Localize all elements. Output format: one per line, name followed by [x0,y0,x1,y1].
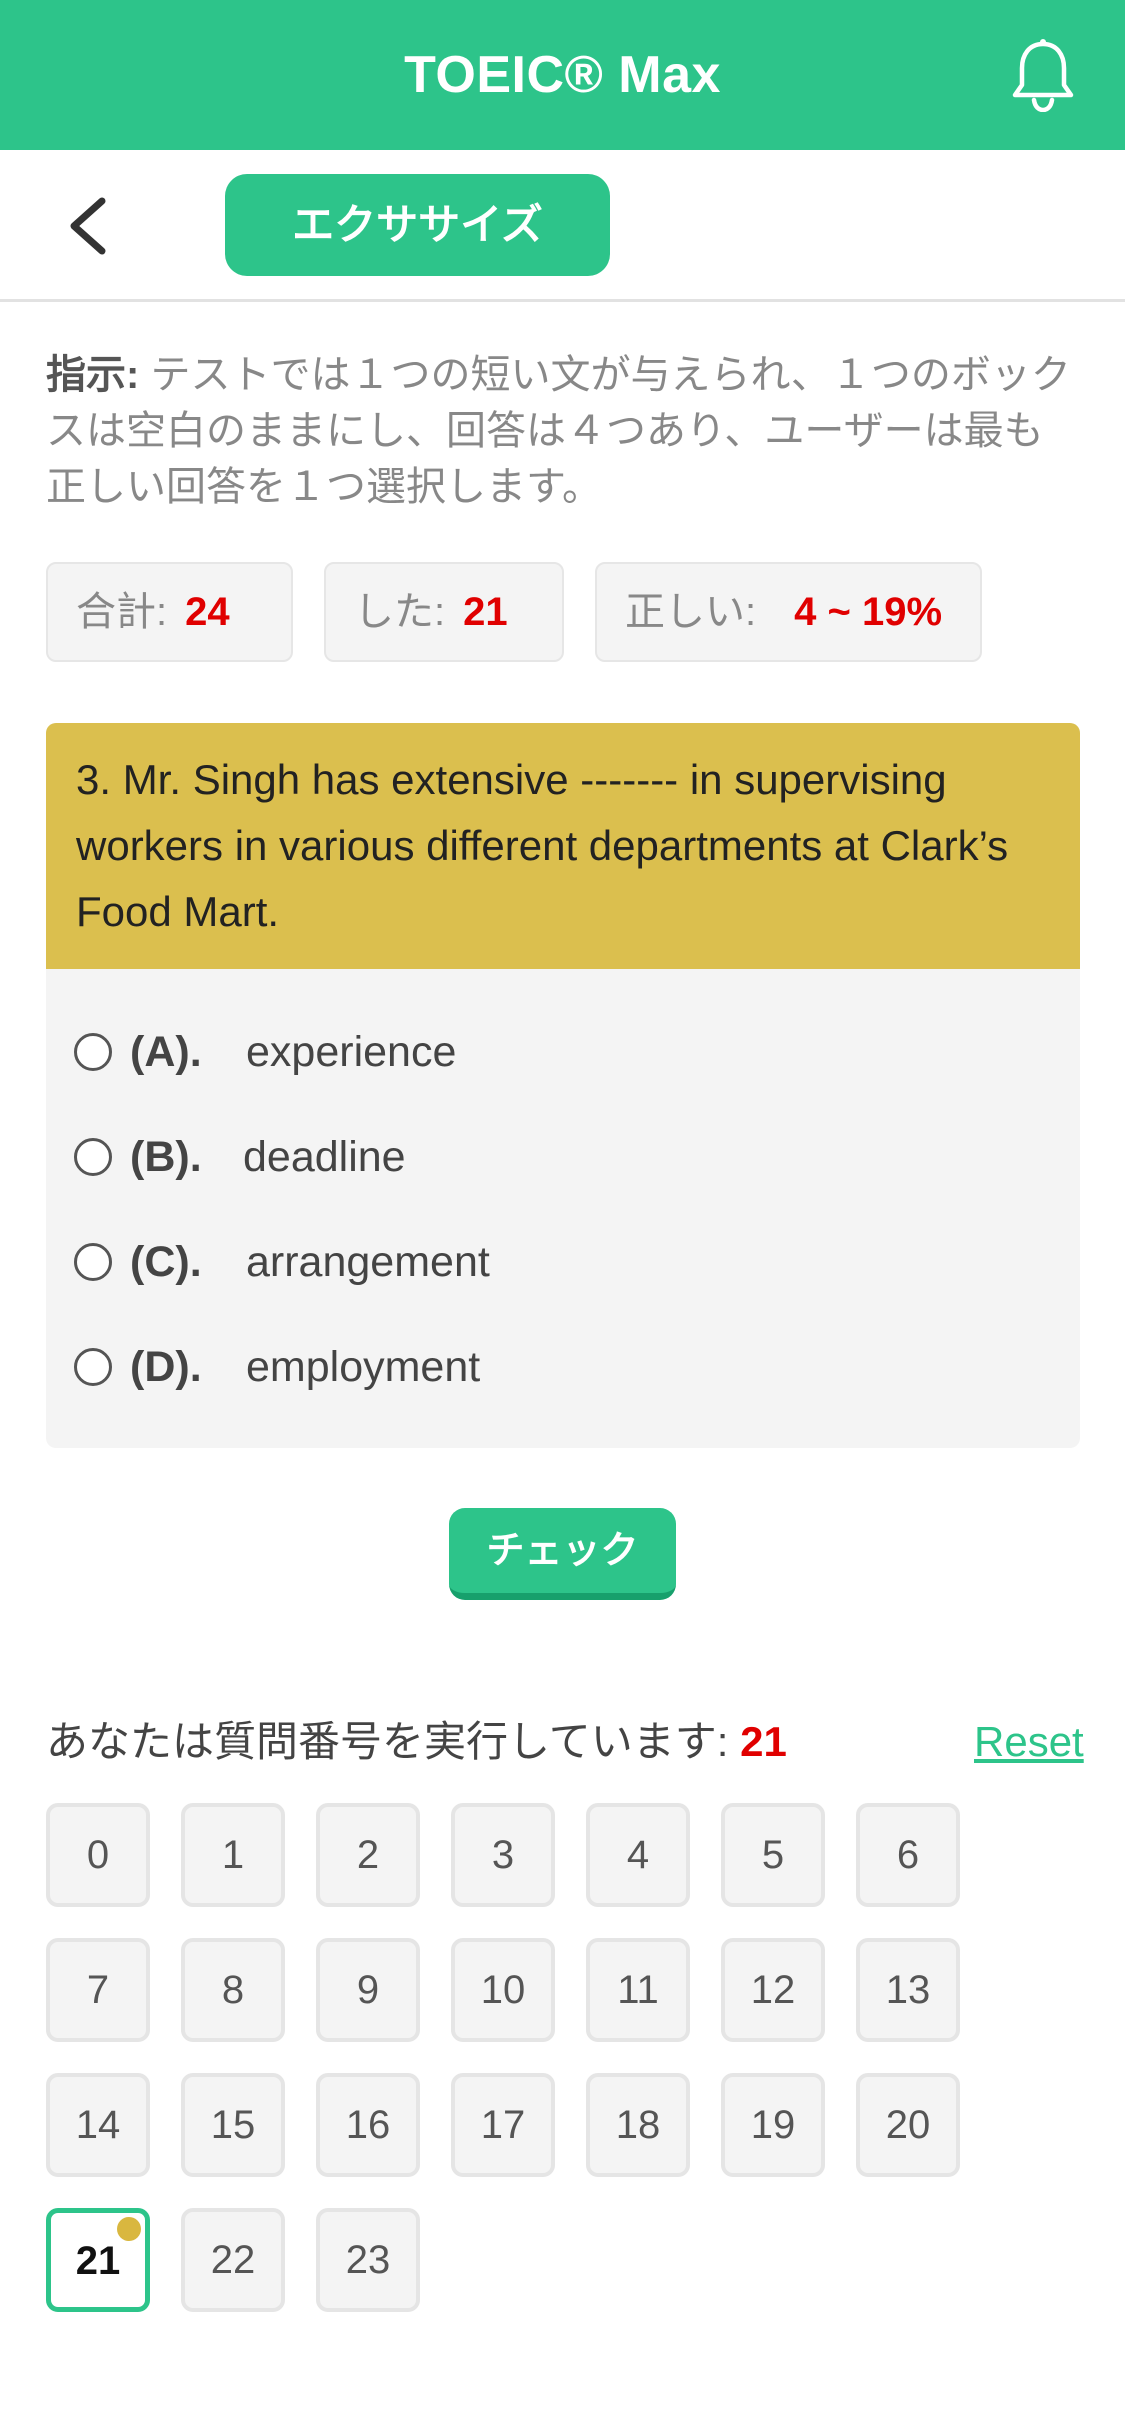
question-number-button[interactable]: 23 [316,2208,420,2312]
option-letter: (D). [130,1343,202,1391]
stat-done-label: した: [354,590,446,634]
question-number-button[interactable]: 15 [181,2073,285,2177]
app-header: TOEIC® Max [0,0,1125,150]
question-number-button[interactable]: 4 [586,1803,690,1907]
stat-correct: 正しい: 4 ~ 19% [595,562,982,662]
question-number-button[interactable]: 5 [721,1803,825,1907]
question-number-button-current[interactable]: 21 [46,2208,150,2312]
question-number-button[interactable]: 18 [586,2073,690,2177]
question-number-button[interactable]: 13 [856,1938,960,2042]
progress-status: あなたは質問番号を実行しています: 21 [46,1712,787,1772]
stat-total-label: 合計: [76,590,168,634]
instructions-label: 指示: [46,353,140,397]
instructions-text: テストでは１つの短い文が与えられ、１つのボックスは空白のままにし、回答は４つあり… [46,353,1071,509]
question-number-button[interactable]: 8 [181,1938,285,2042]
option-text: employment [246,1343,481,1391]
question-number: 21 [75,2239,121,2283]
current-question-number: 21 [740,1718,787,1765]
app-title: TOEIC® Max [404,46,721,104]
radio-button[interactable] [74,1243,112,1281]
question-text: 3. Mr. Singh has extensive ------- in su… [46,723,1080,969]
radio-button[interactable] [74,1138,112,1176]
question-number-button[interactable]: 22 [181,2208,285,2312]
question-number-button[interactable]: 16 [316,2073,420,2177]
option-text: arrangement [246,1238,490,1286]
reset-link[interactable]: Reset [974,1712,1084,1772]
question-number-button[interactable]: 10 [451,1938,555,2042]
instructions: 指示: テストでは１つの短い文が与えられ、１つのボックスは空白のままにし、回答は… [46,347,1081,515]
question-number-button[interactable]: 2 [316,1803,420,1907]
sub-navigation: エクササイズ [0,150,1125,302]
question-number-button[interactable]: 0 [46,1803,150,1907]
question-number-button[interactable]: 7 [46,1938,150,2042]
question-number-button[interactable]: 12 [721,1938,825,2042]
stat-total: 合計: 24 [46,562,293,662]
progress-label: あなたは質問番号を実行しています: [46,1718,729,1765]
stat-correct-value: 4 ~ 19% [794,590,943,634]
question-number-button[interactable]: 20 [856,2073,960,2177]
stat-total-value: 24 [185,590,230,634]
option-letter: (B). [130,1133,202,1181]
question-number-button[interactable]: 1 [181,1803,285,1907]
option-text: deadline [243,1133,406,1181]
question-number-button[interactable]: 3 [451,1803,555,1907]
question-number-button[interactable]: 19 [721,2073,825,2177]
option-letter: (C). [130,1238,202,1286]
back-arrow-icon[interactable] [62,195,118,257]
stat-correct-label: 正しい: [625,590,757,634]
bell-icon[interactable] [1010,38,1076,112]
radio-button[interactable] [74,1348,112,1386]
question-number-button[interactable]: 17 [451,2073,555,2177]
radio-button[interactable] [74,1033,112,1071]
option-letter: (A). [130,1028,202,1076]
stat-done-value: 21 [463,590,508,634]
tab-exercise[interactable]: エクササイズ [225,174,610,276]
question-card: 3. Mr. Singh has extensive ------- in su… [46,723,1080,1448]
check-button[interactable]: チェック [449,1508,676,1600]
question-number-button[interactable]: 6 [856,1803,960,1907]
option-text: experience [246,1028,457,1076]
question-number-button[interactable]: 9 [316,1938,420,2042]
current-indicator-dot [117,2217,141,2241]
stat-done: した: 21 [324,562,564,662]
question-number-button[interactable]: 11 [586,1938,690,2042]
question-number-button[interactable]: 14 [46,2073,150,2177]
